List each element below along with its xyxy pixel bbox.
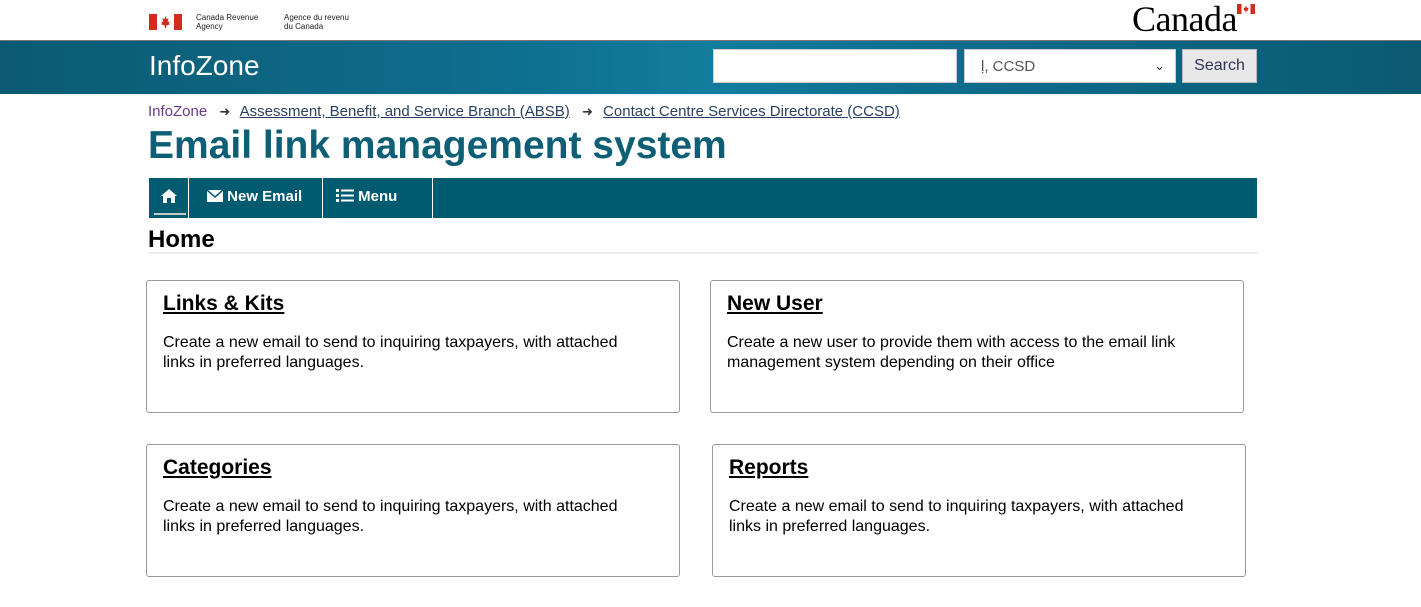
card-links-kits: Links & Kits Create a new email to send …: [146, 280, 680, 413]
home-icon: [160, 188, 177, 203]
nav-menu-label: Menu: [358, 188, 398, 205]
department-name-en-line1: Canada Revenue: [196, 13, 259, 22]
card-description: Create a new email to send to inquiring …: [163, 334, 618, 371]
department-name-fr-line2: du Canada: [284, 22, 324, 31]
card-description: Create a new email to send to inquiring …: [163, 498, 618, 535]
breadcrumb-link-ccsd[interactable]: Contact Centre Services Directorate (CCS…: [603, 103, 900, 120]
nav-new-email-label: New Email: [227, 188, 303, 205]
search-input[interactable]: [713, 49, 957, 83]
directorate-select-value: ḷ, CCSD: [981, 58, 1036, 75]
app-nav-bar: New Email Menu: [148, 178, 1257, 218]
active-indicator: [154, 213, 186, 215]
canada-flag-icon: [149, 14, 182, 30]
nav-menu-button[interactable]: Menu: [323, 178, 433, 218]
divider: [148, 252, 1258, 254]
directorate-select[interactable]: ḷ, CCSD ⌄: [964, 49, 1176, 83]
card-title-link[interactable]: New User: [727, 292, 823, 316]
wordmark-flag-icon: [1237, 4, 1255, 14]
breadcrumb-link-absb[interactable]: Assessment, Benefit, and Service Branch …: [240, 103, 570, 120]
card-title-link[interactable]: Links & Kits: [163, 292, 284, 316]
site-banner: InfoZone ḷ, CCSD ⌄ Search: [0, 40, 1421, 94]
section-heading: Home: [148, 226, 215, 253]
list-icon: [336, 189, 354, 203]
breadcrumb: InfoZone ➜ Assessment, Benefit, and Serv…: [148, 103, 900, 120]
chevron-down-icon: ⌄: [1154, 58, 1165, 73]
nav-new-email-button[interactable]: New Email: [189, 178, 323, 218]
page-title: Email link management system: [148, 124, 727, 167]
breadcrumb-arrow-icon: ➜: [581, 104, 593, 119]
card-description: Create a new email to send to inquiring …: [729, 498, 1184, 535]
government-bar: Canada Revenue Agency Agence du revenu d…: [0, 0, 1421, 40]
card-new-user: New User Create a new user to provide th…: [710, 280, 1244, 413]
canada-wordmark: Canada: [1132, 0, 1237, 39]
card-title-link[interactable]: Categories: [163, 456, 272, 480]
card-description: Create a new user to provide them with a…: [727, 334, 1176, 371]
envelope-icon: [206, 188, 224, 202]
site-title[interactable]: InfoZone: [149, 50, 260, 82]
breadcrumb-link-infozone[interactable]: InfoZone: [148, 103, 207, 120]
card-categories: Categories Create a new email to send to…: [146, 444, 680, 577]
department-name-en-line2: Agency: [196, 22, 223, 31]
card-reports: Reports Create a new email to send to in…: [712, 444, 1246, 577]
breadcrumb-arrow-icon: ➜: [219, 104, 231, 119]
department-name-fr: Agence du revenu du Canada: [284, 13, 349, 31]
department-name-en: Canada Revenue Agency: [196, 13, 258, 31]
nav-home-button[interactable]: [148, 178, 189, 218]
department-name-fr-line1: Agence du revenu: [284, 13, 349, 22]
search-button[interactable]: Search: [1182, 49, 1257, 83]
card-title-link[interactable]: Reports: [729, 456, 808, 480]
